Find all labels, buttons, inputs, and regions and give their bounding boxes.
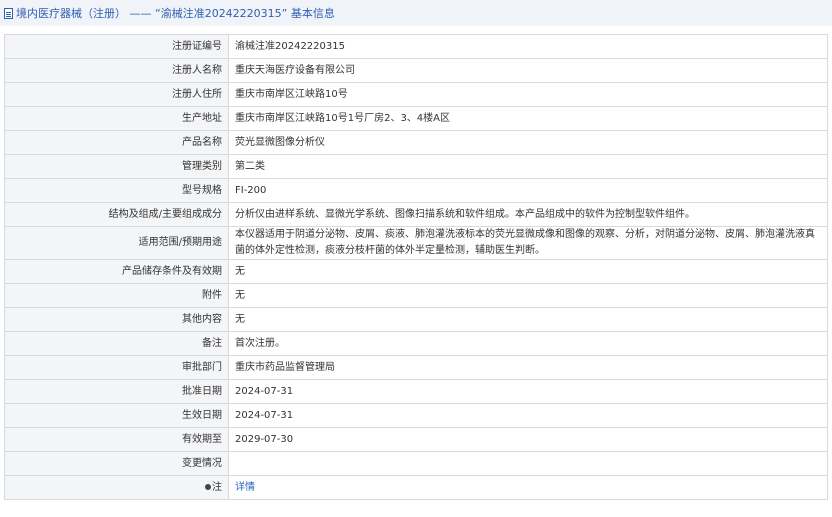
table-row: 结构及组成/主要组成成分 分析仪由进样系统、显微光学系统、图像扫描系统和软件组成… [4, 202, 828, 227]
row-value: 荧光显微图像分析仪 [228, 130, 828, 155]
row-label: 注册证编号 [4, 34, 229, 59]
table-row: 生产地址 重庆市南岸区江峡路10号1号厂房2、3、4楼A区 [4, 106, 828, 131]
row-label: 批准日期 [4, 379, 229, 404]
table-row-note: 注 详情 [4, 475, 828, 500]
page-title: 境内医疗器械（注册） —— “渝械注准20242220315” 基本信息 [16, 7, 335, 20]
row-label: 审批部门 [4, 355, 229, 380]
table-row: 审批部门 重庆市药品监督管理局 [4, 355, 828, 380]
row-value: 2029-07-30 [228, 427, 828, 452]
row-label: 产品名称 [4, 130, 229, 155]
table-row: 产品名称 荧光显微图像分析仪 [4, 130, 828, 155]
table-row: 生效日期 2024-07-31 [4, 403, 828, 428]
row-value: 无 [228, 259, 828, 284]
table-row: 注册人名称 重庆天海医疗设备有限公司 [4, 58, 828, 83]
row-value: 无 [228, 283, 828, 308]
row-value: 重庆市南岸区江峡路10号 [228, 82, 828, 107]
row-label: 有效期至 [4, 427, 229, 452]
row-value: 渝械注准20242220315 [228, 34, 828, 59]
table-row: 备注 首次注册。 [4, 331, 828, 356]
table-row: 适用范围/预期用途 本仪器适用于阴道分泌物、皮屑、痰液、肺泡灌洗液标本的荧光显微… [4, 226, 828, 260]
document-icon [4, 7, 13, 19]
table-row: 附件 无 [4, 283, 828, 308]
row-value: 本仪器适用于阴道分泌物、皮屑、痰液、肺泡灌洗液标本的荧光显微成像和图像的观察、分… [228, 226, 828, 260]
row-label: 注册人名称 [4, 58, 229, 83]
row-value: 无 [228, 307, 828, 332]
info-table-container: 注册证编号 渝械注准20242220315 注册人名称 重庆天海医疗设备有限公司… [4, 34, 828, 500]
row-label: 结构及组成/主要组成成分 [4, 202, 229, 227]
table-row: 注册证编号 渝械注准20242220315 [4, 34, 828, 59]
row-value: 重庆天海医疗设备有限公司 [228, 58, 828, 83]
row-label: 适用范围/预期用途 [4, 226, 229, 260]
page-header: 境内医疗器械（注册） —— “渝械注准20242220315” 基本信息 [0, 0, 832, 26]
row-label: 生效日期 [4, 403, 229, 428]
info-table: 注册证编号 渝械注准20242220315 注册人名称 重庆天海医疗设备有限公司… [4, 34, 828, 500]
row-label: 注册人住所 [4, 82, 229, 107]
row-value: 第二类 [228, 154, 828, 179]
table-row: 注册人住所 重庆市南岸区江峡路10号 [4, 82, 828, 107]
table-row: 产品储存条件及有效期 无 [4, 259, 828, 284]
table-row: 变更情况 [4, 451, 828, 476]
pin-icon [205, 483, 211, 490]
row-label: 注 [4, 475, 229, 500]
table-row: 其他内容 无 [4, 307, 828, 332]
row-value: 详情 [228, 475, 828, 500]
row-value: 2024-07-31 [228, 379, 828, 404]
row-value: 分析仪由进样系统、显微光学系统、图像扫描系统和软件组成。本产品组成中的软件为控制… [228, 202, 828, 227]
row-value: 重庆市药品监督管理局 [228, 355, 828, 380]
row-value: 2024-07-31 [228, 403, 828, 428]
row-label: 变更情况 [4, 451, 229, 476]
table-row: 批准日期 2024-07-31 [4, 379, 828, 404]
note-label: 注 [212, 481, 222, 493]
row-label: 管理类别 [4, 154, 229, 179]
row-value [228, 451, 828, 476]
table-row: 型号规格 FI-200 [4, 178, 828, 203]
row-value: FI-200 [228, 178, 828, 203]
table-row: 有效期至 2029-07-30 [4, 427, 828, 452]
row-value: 首次注册。 [228, 331, 828, 356]
details-link[interactable]: 详情 [235, 482, 255, 493]
row-value: 重庆市南岸区江峡路10号1号厂房2、3、4楼A区 [228, 106, 828, 131]
row-label: 生产地址 [4, 106, 229, 131]
table-row: 管理类别 第二类 [4, 154, 828, 179]
row-label: 型号规格 [4, 178, 229, 203]
row-label: 备注 [4, 331, 229, 356]
row-label: 产品储存条件及有效期 [4, 259, 229, 284]
row-label: 其他内容 [4, 307, 229, 332]
row-label: 附件 [4, 283, 229, 308]
